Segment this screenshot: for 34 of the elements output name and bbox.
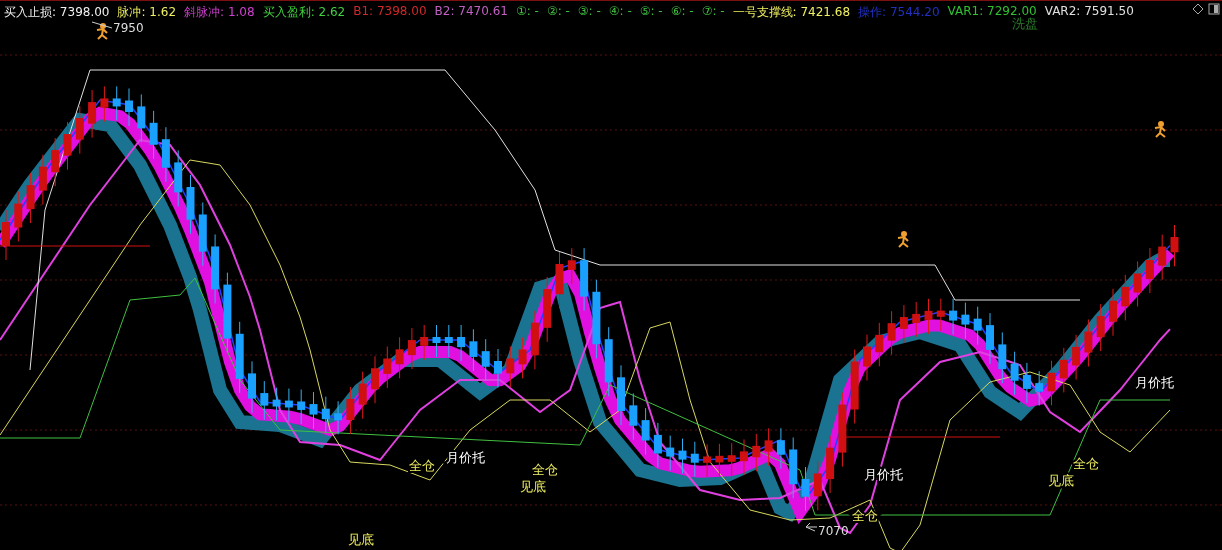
indicator-value: ⑦: -: [701, 4, 725, 18]
indicator-value: ⑥: -: [670, 4, 694, 18]
indicator-value: 操作: 7544.20: [858, 4, 940, 18]
signal-label: 全仓: [1073, 456, 1099, 471]
indicator-value: B1: 7398.00: [353, 4, 427, 18]
indicator-value: ⑤: -: [639, 4, 663, 18]
high-price-label: 7950: [113, 21, 144, 35]
indicator-value: B2: 7470.61: [434, 4, 508, 18]
signal-label: 见底: [1048, 473, 1074, 488]
arrow-icon: [805, 522, 818, 532]
running-figure-icon: [897, 231, 909, 248]
running-figure-icon: [96, 23, 108, 40]
signal-label: 见底: [348, 532, 374, 547]
signal-label: 月价托: [446, 450, 485, 465]
signal-label: 全仓: [409, 458, 435, 473]
indicator-value: 买入盈利: 2.62: [262, 4, 346, 18]
indicator-value: ③: -: [577, 4, 601, 18]
panel-icon[interactable]: [1208, 3, 1220, 15]
diamond-icon[interactable]: [1192, 3, 1204, 15]
signal-label: 月价托: [1135, 375, 1174, 390]
indicator-value: VAR1: 7292.00: [947, 4, 1037, 18]
indicator-value: ②: -: [546, 4, 570, 18]
running-figure-icon: [1154, 121, 1166, 138]
signal-label: 全仓: [532, 462, 558, 477]
signal-label: 洗盘: [1012, 16, 1038, 31]
indicator-value: 斜脉冲: 1.08: [184, 4, 255, 18]
indicator-value: ①: -: [515, 4, 539, 18]
indicator-value: VAR2: 7591.50: [1044, 4, 1134, 18]
indicator-value: 脉冲: 1.62: [117, 4, 177, 18]
indicator-value: ④: -: [608, 4, 632, 18]
indicator-value: 买入止损: 7398.00: [4, 4, 110, 18]
low-price-label: 7070: [818, 524, 849, 538]
indicator-value: 一号支撑线: 7421.68: [732, 4, 851, 18]
signal-label: 见底: [520, 479, 546, 494]
